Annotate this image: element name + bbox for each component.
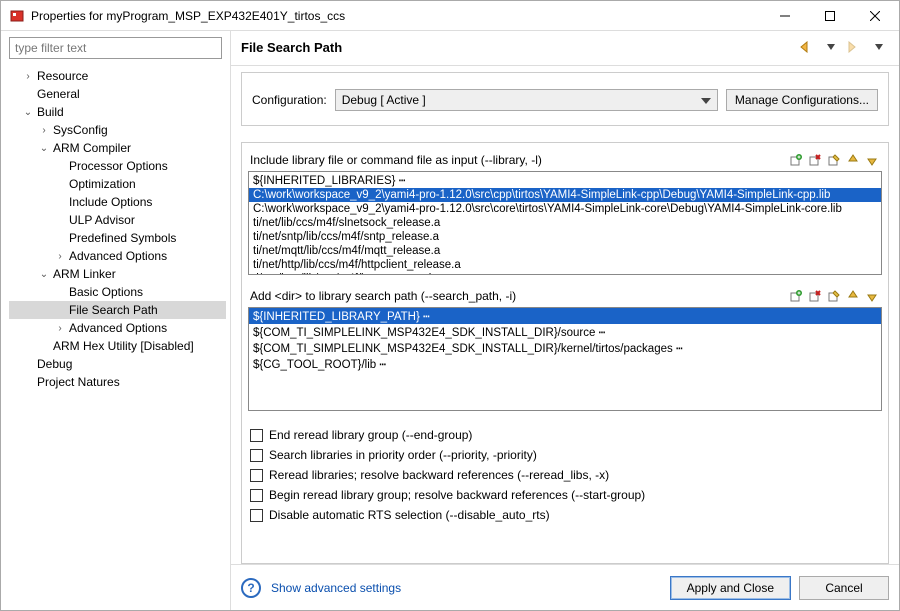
page-heading: File Search Path — [231, 31, 899, 66]
list-item[interactable]: ti/net/http/lib/ccs/m4f/httpserver_relea… — [249, 272, 881, 275]
minimize-button[interactable] — [762, 1, 807, 31]
tree-item-armlinker[interactable]: ⌄ARM Linker — [9, 265, 226, 283]
ellipsis-icon: ⋯ — [423, 309, 429, 323]
help-icon[interactable]: ? — [241, 578, 261, 598]
configuration-label: Configuration: — [252, 93, 327, 107]
tree-item-procopt[interactable]: ›Processor Options — [9, 157, 226, 175]
tree-item-advopt1[interactable]: ›Advanced Options — [9, 247, 226, 265]
filter-input[interactable]: type filter text — [9, 37, 222, 59]
app-icon — [9, 8, 25, 24]
edit-entry-icon[interactable] — [826, 152, 842, 168]
tree-item-advopt2[interactable]: ›Advanced Options — [9, 319, 226, 337]
reread-libs-checkbox[interactable]: Reread libraries; resolve backward refer… — [250, 465, 880, 485]
list-item[interactable]: ti/net/sntp/lib/ccs/m4f/sntp_release.a — [249, 230, 881, 244]
page-title: File Search Path — [241, 40, 793, 55]
tree-item-armhex[interactable]: ›ARM Hex Utility [Disabled] — [9, 337, 226, 355]
list-item[interactable]: C:\work\workspace_v9_2\yami4-pro-1.12.0\… — [249, 188, 881, 202]
include-library-label: Include library file or command file as … — [250, 153, 788, 167]
nav-back-icon[interactable] — [797, 39, 817, 55]
title-bar: Properties for myProgram_MSP_EXP432E401Y… — [1, 1, 899, 31]
nav-forward-icon[interactable] — [845, 39, 865, 55]
tree-item-armcompiler[interactable]: ⌄ARM Compiler — [9, 139, 226, 157]
start-group-checkbox[interactable]: Begin reread library group; resolve back… — [250, 485, 880, 505]
delete-entry-icon[interactable] — [807, 152, 823, 168]
nav-back-menu-icon[interactable] — [821, 39, 841, 55]
show-advanced-link[interactable]: Show advanced settings — [271, 581, 401, 595]
ellipsis-icon: ⋯ — [676, 341, 682, 355]
move-down-icon[interactable] — [864, 288, 880, 304]
tree-item-basicopt[interactable]: ›Basic Options — [9, 283, 226, 301]
ellipsis-icon: ⋯ — [399, 173, 405, 187]
list-item[interactable]: ti/net/lib/ccs/m4f/slnetsock_release.a — [249, 216, 881, 230]
edit-entry-icon[interactable] — [826, 288, 842, 304]
cancel-button[interactable]: Cancel — [799, 576, 889, 600]
chevron-down-icon — [701, 93, 711, 107]
list-item[interactable]: C:\work\workspace_v9_2\yami4-pro-1.12.0\… — [249, 202, 881, 216]
search-path-list[interactable]: ${INHERITED_LIBRARY_PATH} ⋯ ${COM_TI_SIM… — [248, 307, 882, 411]
tree-item-includeopt[interactable]: ›Include Options — [9, 193, 226, 211]
end-group-checkbox[interactable]: End reread library group (--end-group) — [250, 425, 880, 445]
move-up-icon[interactable] — [845, 288, 861, 304]
ellipsis-icon: ⋯ — [599, 325, 605, 339]
tree-item-general[interactable]: ›General — [9, 85, 226, 103]
tree-item-ulp[interactable]: ›ULP Advisor — [9, 211, 226, 229]
sidebar: type filter text ›Resource ›General ⌄Bui… — [1, 31, 231, 610]
delete-entry-icon[interactable] — [807, 288, 823, 304]
add-entry-icon[interactable] — [788, 288, 804, 304]
list-item[interactable]: ${COM_TI_SIMPLELINK_MSP432E4_SDK_INSTALL… — [249, 324, 881, 340]
apply-close-button[interactable]: Apply and Close — [670, 576, 791, 600]
tree-item-debug[interactable]: ›Debug — [9, 355, 226, 373]
window-title: Properties for myProgram_MSP_EXP432E401Y… — [31, 9, 762, 23]
nav-forward-menu-icon[interactable] — [869, 39, 889, 55]
tree-item-sysconfig[interactable]: ›SysConfig — [9, 121, 226, 139]
configuration-select[interactable]: Debug [ Active ] — [335, 89, 718, 111]
move-down-icon[interactable] — [864, 152, 880, 168]
move-up-icon[interactable] — [845, 152, 861, 168]
search-path-label: Add <dir> to library search path (--sear… — [250, 289, 788, 303]
tree-item-predef[interactable]: ›Predefined Symbols — [9, 229, 226, 247]
list-item[interactable]: ti/net/mqtt/lib/ccs/m4f/mqtt_release.a — [249, 244, 881, 258]
list-item[interactable]: ${CG_TOOL_ROOT}/lib ⋯ — [249, 356, 881, 372]
list-item[interactable]: ${INHERITED_LIBRARY_PATH} ⋯ — [249, 308, 881, 324]
manage-configurations-button[interactable]: Manage Configurations... — [726, 89, 878, 111]
tree-item-resource[interactable]: ›Resource — [9, 67, 226, 85]
list-item[interactable]: ti/net/http/lib/ccs/m4f/httpclient_relea… — [249, 258, 881, 272]
configuration-frame: Configuration: Debug [ Active ] Manage C… — [241, 72, 889, 126]
tree-item-optimization[interactable]: ›Optimization — [9, 175, 226, 193]
category-tree[interactable]: ›Resource ›General ⌄Build ›SysConfig ⌄AR… — [5, 67, 226, 604]
close-button[interactable] — [852, 1, 897, 31]
list-item[interactable]: ${INHERITED_LIBRARIES} ⋯ — [249, 172, 881, 188]
tree-item-projnat[interactable]: ›Project Natures — [9, 373, 226, 391]
include-library-list[interactable]: ${INHERITED_LIBRARIES} ⋯ C:\work\workspa… — [248, 171, 882, 275]
disable-auto-rts-checkbox[interactable]: Disable automatic RTS selection (--disab… — [250, 505, 880, 525]
maximize-button[interactable] — [807, 1, 852, 31]
ellipsis-icon: ⋯ — [379, 357, 385, 371]
priority-checkbox[interactable]: Search libraries in priority order (--pr… — [250, 445, 880, 465]
tree-item-build[interactable]: ⌄Build — [9, 103, 226, 121]
list-item[interactable]: ${COM_TI_SIMPLELINK_MSP432E4_SDK_INSTALL… — [249, 340, 881, 356]
add-entry-icon[interactable] — [788, 152, 804, 168]
tree-item-filesearch[interactable]: ›File Search Path — [9, 301, 226, 319]
